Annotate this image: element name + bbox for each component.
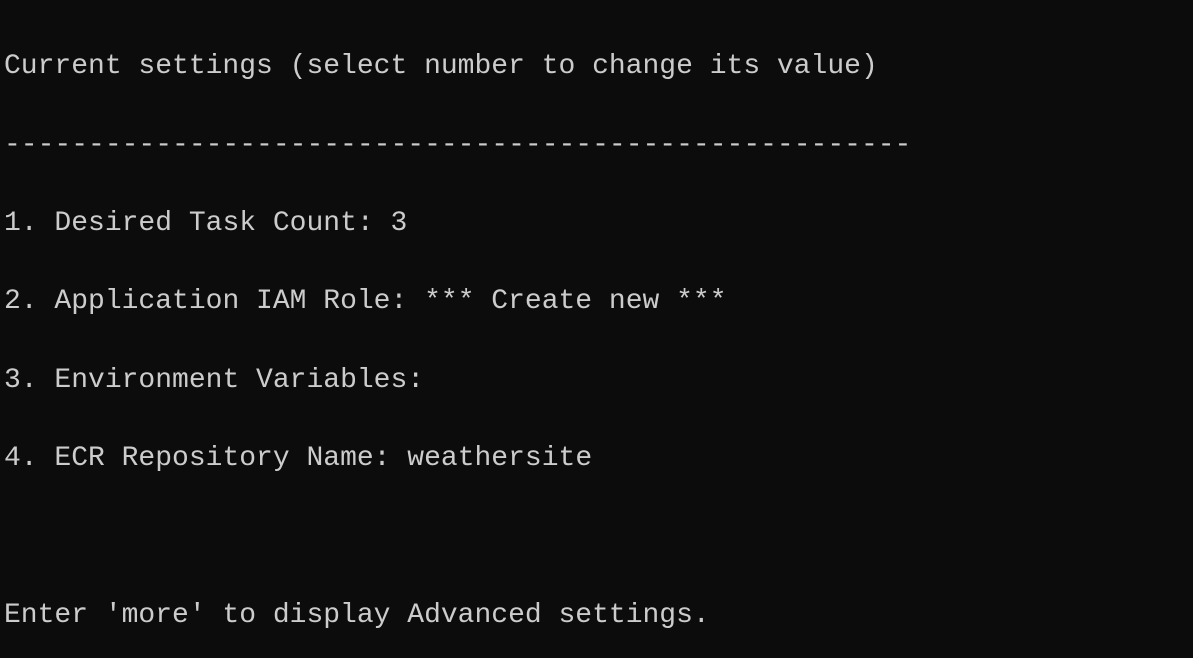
setting-3: 3. Environment Variables:: [4, 361, 1189, 400]
setting-2: 2. Application IAM Role: *** Create new …: [4, 282, 1189, 321]
settings-header: Current settings (select number to chang…: [4, 47, 1189, 86]
setting-4-num: 4.: [4, 443, 38, 474]
setting-4-value: weathersite: [390, 443, 592, 474]
blank-line: [4, 517, 1189, 556]
setting-1-value: 3: [374, 208, 408, 239]
setting-2-value: *** Create new ***: [407, 286, 726, 317]
setting-1-num: 1.: [4, 208, 38, 239]
setting-2-num: 2.: [4, 286, 38, 317]
setting-4-label: ECR Repository Name:: [54, 443, 390, 474]
setting-3-label: Environment Variables:: [54, 365, 424, 396]
divider: ----------------------------------------…: [4, 126, 1189, 165]
setting-4: 4. ECR Repository Name: weathersite: [4, 439, 1189, 478]
setting-1-label: Desired Task Count:: [54, 208, 373, 239]
setting-2-label: Application IAM Role:: [54, 286, 407, 317]
setting-1: 1. Desired Task Count: 3: [4, 204, 1189, 243]
setting-3-num: 3.: [4, 365, 38, 396]
terminal-output[interactable]: Current settings (select number to chang…: [0, 0, 1193, 658]
instruction-more: Enter 'more' to display Advanced setting…: [4, 596, 1189, 635]
